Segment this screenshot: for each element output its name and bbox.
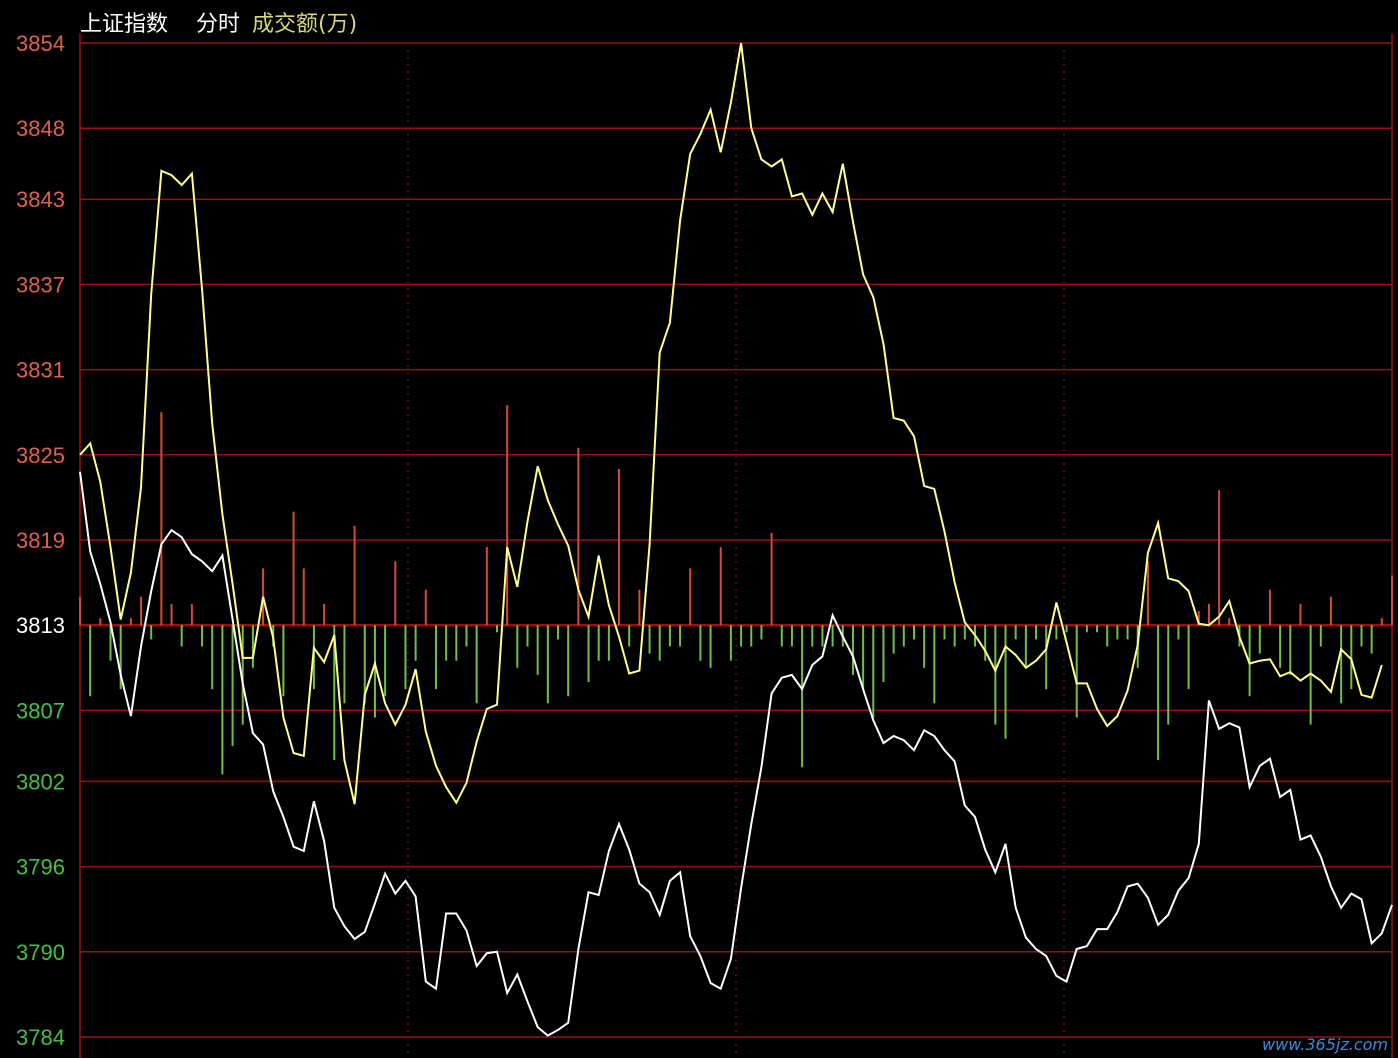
indicator-label: 成交额(万): [252, 12, 357, 37]
y-tick-label: 3837: [16, 272, 65, 297]
y-tick-label: 3831: [16, 358, 65, 383]
y-tick-label: 3813: [16, 613, 65, 638]
y-tick-label: 3825: [16, 443, 65, 468]
intraday-chart: 3854 3848 3843 3837 3831 3825 3819 3813 3807 3802…: [16, 12, 1393, 1058]
y-tick-label: 3790: [16, 940, 65, 965]
y-tick-label: 3848: [16, 116, 65, 141]
y-tick-label: 3796: [16, 855, 65, 880]
y-tick-label: 3784: [16, 1025, 65, 1050]
watermark: www.365jz.com: [1262, 1035, 1388, 1054]
time-mode: 分时: [196, 12, 240, 37]
index-name: 上证指数: [80, 12, 168, 37]
y-tick-label: 3854: [16, 31, 65, 56]
y-tick-label: 3807: [16, 698, 65, 723]
y-axis-labels: 3854 3848 3843 3837 3831 3825 3819 3813 3807 3802…: [16, 31, 65, 1050]
y-tick-label: 3802: [16, 769, 65, 794]
y-tick-label: 3843: [16, 187, 65, 212]
price-line: [79, 471, 1393, 1037]
y-tick-label: 3819: [16, 528, 65, 553]
volume-bars: [79, 405, 1393, 775]
average-price-line: [79, 42, 1383, 805]
